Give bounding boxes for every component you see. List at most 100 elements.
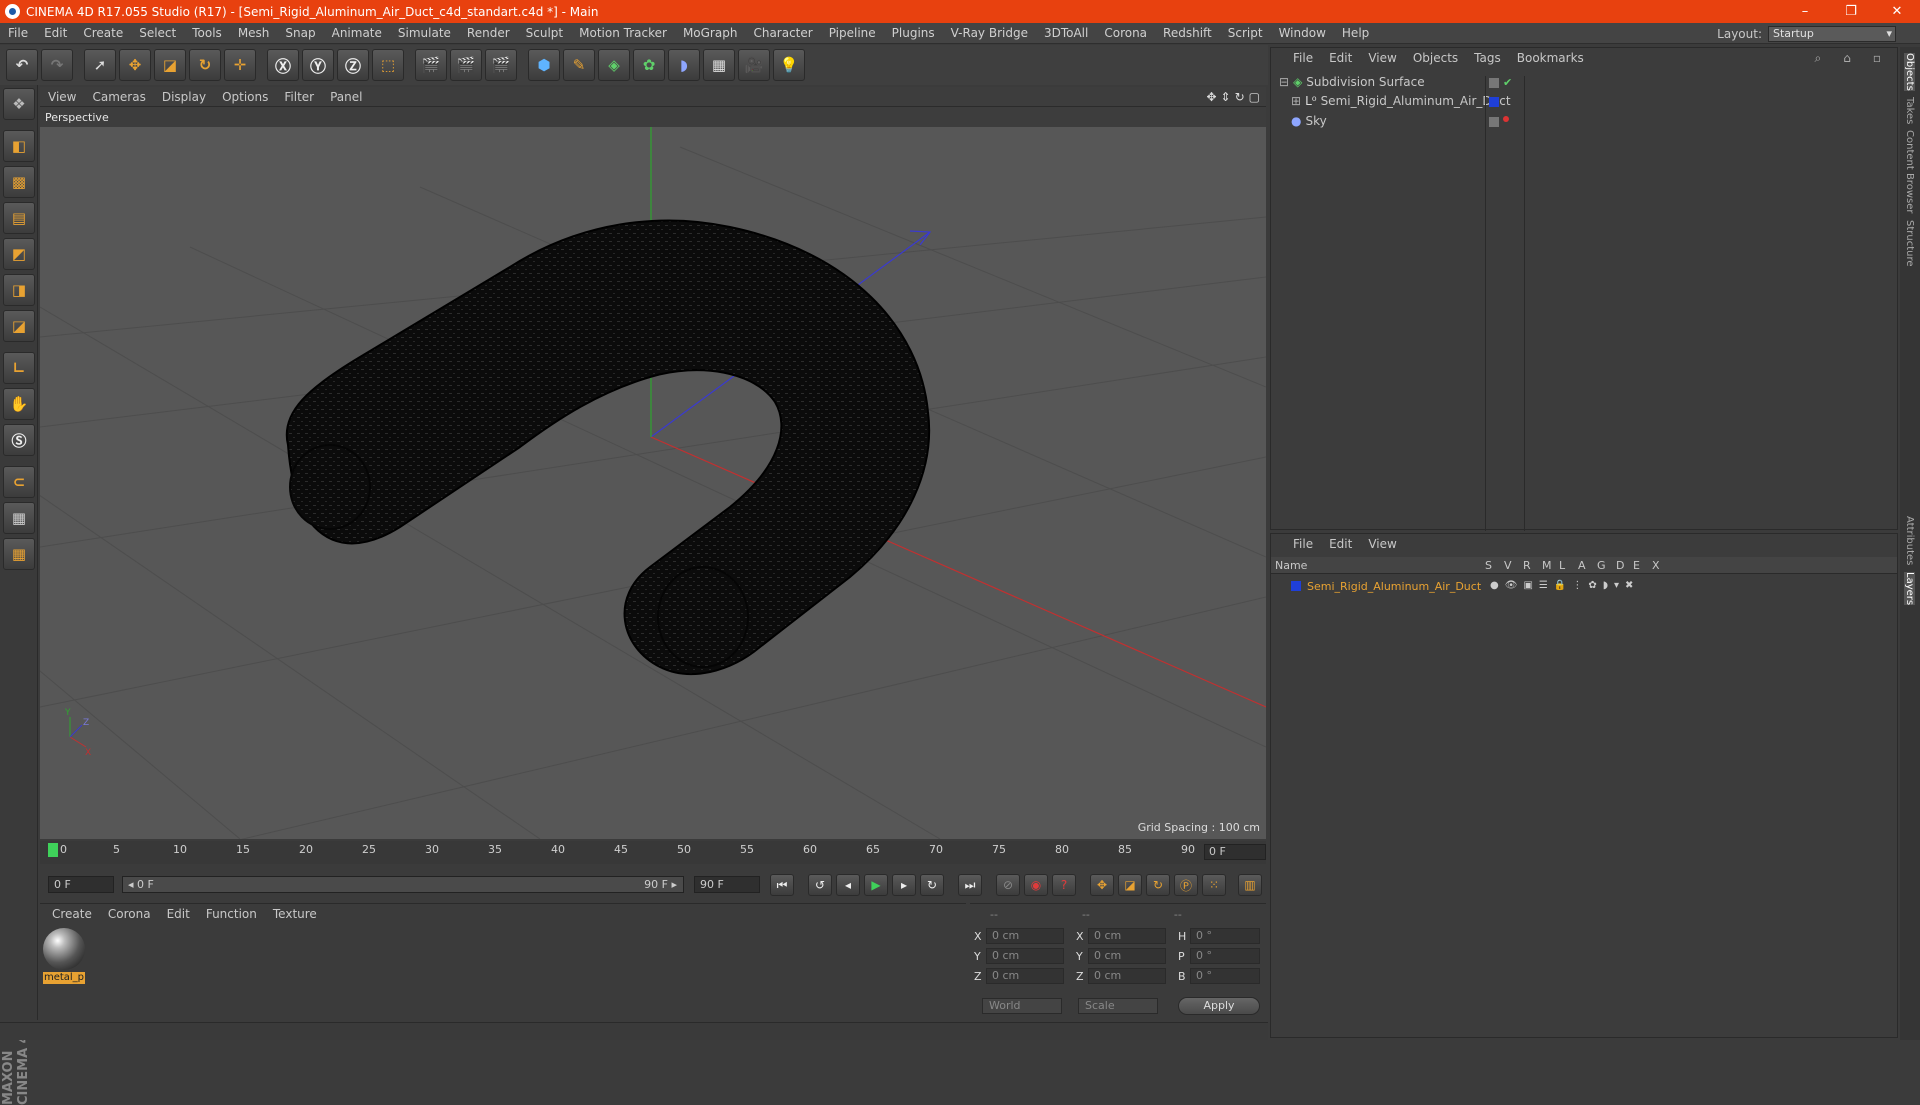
generator-flag-icon[interactable]: ✿ bbox=[1588, 580, 1596, 591]
layer-color-icon[interactable] bbox=[1489, 97, 1499, 107]
size-y-field[interactable]: 0 cm bbox=[1088, 948, 1166, 964]
key-rotation-button[interactable]: ↻ bbox=[1146, 874, 1170, 896]
viewport-menu-display[interactable]: Display bbox=[154, 90, 214, 104]
menu-script[interactable]: Script bbox=[1220, 23, 1271, 44]
manager-flag-icon[interactable]: ☰ bbox=[1539, 580, 1548, 591]
object-row-sky[interactable]: ● Sky bbox=[1291, 112, 1327, 130]
render-view-button[interactable]: 🎬 bbox=[415, 49, 447, 81]
viewport-menu-cameras[interactable]: Cameras bbox=[84, 90, 153, 104]
restore-button[interactable]: ❐ bbox=[1828, 0, 1874, 23]
timeline-window-button[interactable]: ▥ bbox=[1238, 874, 1262, 896]
subdivision-surface-button[interactable]: ◈ bbox=[598, 49, 630, 81]
expand-icon[interactable]: ⊞ bbox=[1291, 94, 1301, 108]
object-row-subdivision[interactable]: ⊟ ◈ Subdivision Surface bbox=[1279, 73, 1425, 91]
layer-col-x[interactable]: X bbox=[1652, 559, 1671, 572]
transform-tool-button[interactable]: ✛ bbox=[224, 49, 256, 81]
scale-tool-button[interactable]: ◪ bbox=[154, 49, 186, 81]
key-point-level-button[interactable]: ⁙ bbox=[1202, 874, 1226, 896]
previous-key-button[interactable]: ↺ bbox=[808, 874, 832, 896]
menu-plugins[interactable]: Plugins bbox=[884, 23, 943, 44]
layer-col-r[interactable]: R bbox=[1523, 559, 1542, 572]
new-window-icon[interactable]: ▫ bbox=[1865, 51, 1889, 66]
position-z-field[interactable]: 0 cm bbox=[986, 968, 1064, 984]
frame-range-slider[interactable]: ◂ 0 F 90 F ▸ bbox=[122, 876, 684, 893]
material-menu-edit[interactable]: Edit bbox=[159, 907, 198, 921]
tab-structure[interactable]: Structure bbox=[1904, 220, 1915, 267]
visibility-toggle-icon[interactable] bbox=[1489, 78, 1499, 88]
layer-col-e[interactable]: E bbox=[1633, 559, 1652, 572]
zoom-view-icon[interactable]: ⇕ bbox=[1221, 90, 1231, 104]
render-settings-button[interactable]: 🎬 bbox=[485, 49, 517, 81]
layers-menu-edit[interactable]: Edit bbox=[1321, 537, 1360, 551]
menu-mesh[interactable]: Mesh bbox=[230, 23, 278, 44]
rotation-h-field[interactable]: 0 ° bbox=[1190, 928, 1260, 944]
menu-edit[interactable]: Edit bbox=[36, 23, 75, 44]
menu-mograph[interactable]: MoGraph bbox=[675, 23, 746, 44]
tweak-mode-button[interactable]: ✋ bbox=[3, 388, 35, 420]
key-position-button[interactable]: ✥ bbox=[1090, 874, 1114, 896]
go-to-end-button[interactable]: ⏭ bbox=[958, 874, 982, 896]
menu-character[interactable]: Character bbox=[745, 23, 820, 44]
viewport-menu-view[interactable]: View bbox=[40, 90, 84, 104]
layer-color-swatch[interactable] bbox=[1291, 581, 1301, 591]
maximize-view-icon[interactable]: ▢ bbox=[1249, 90, 1260, 104]
menu-render[interactable]: Render bbox=[459, 23, 518, 44]
menu-vray-bridge[interactable]: V-Ray Bridge bbox=[943, 23, 1036, 44]
layer-col-name[interactable]: Name bbox=[1271, 559, 1485, 572]
next-key-button[interactable]: ↻ bbox=[920, 874, 944, 896]
animation-flag-icon[interactable]: ⋮ bbox=[1572, 580, 1582, 591]
edges-mode-button[interactable]: ◨ bbox=[3, 274, 35, 306]
menu-select[interactable]: Select bbox=[131, 23, 184, 44]
snap-settings-button[interactable]: Ⓢ bbox=[3, 424, 35, 456]
menu-file[interactable]: File bbox=[0, 23, 36, 44]
layers-menu-view[interactable]: View bbox=[1360, 537, 1404, 551]
texture-mode-button[interactable]: ▩ bbox=[3, 166, 35, 198]
visibility-toggle-icon[interactable] bbox=[1489, 117, 1499, 127]
play-button[interactable]: ▶ bbox=[864, 874, 888, 896]
material-menu-create[interactable]: Create bbox=[44, 907, 100, 921]
start-frame-field[interactable]: 0 F bbox=[48, 876, 114, 893]
keyframe-selection-button[interactable]: ⊘ bbox=[996, 874, 1020, 896]
viewport-menu-filter[interactable]: Filter bbox=[276, 90, 322, 104]
layout-dropdown[interactable]: Startup bbox=[1768, 25, 1896, 42]
expression-flag-icon[interactable]: ▾ bbox=[1614, 580, 1619, 591]
objects-menu-tags[interactable]: Tags bbox=[1466, 51, 1509, 65]
menu-simulate[interactable]: Simulate bbox=[390, 23, 459, 44]
layer-row[interactable]: Semi_Rigid_Aluminum_Air_Duct bbox=[1291, 577, 1481, 595]
apply-button[interactable]: Apply bbox=[1178, 997, 1260, 1015]
undo-button[interactable]: ↶ bbox=[6, 49, 38, 81]
size-x-field[interactable]: 0 cm bbox=[1088, 928, 1166, 944]
solo-flag-icon[interactable]: ● bbox=[1490, 580, 1499, 591]
tab-takes[interactable]: Takes bbox=[1904, 97, 1915, 124]
menu-snap[interactable]: Snap bbox=[277, 23, 323, 44]
lock-workplane-button[interactable]: ▦ bbox=[3, 502, 35, 534]
next-frame-button[interactable]: ▸ bbox=[892, 874, 916, 896]
camera-button[interactable]: 🎥 bbox=[738, 49, 770, 81]
cube-primitive-button[interactable]: ⬢ bbox=[528, 49, 560, 81]
viewport-menu-options[interactable]: Options bbox=[214, 90, 276, 104]
render-dot-icon[interactable] bbox=[1503, 116, 1509, 122]
rotate-view-icon[interactable]: ↻ bbox=[1235, 90, 1245, 104]
xref-flag-icon[interactable]: ✖ bbox=[1625, 580, 1633, 591]
playhead-marker[interactable] bbox=[48, 843, 58, 857]
viewport-menu-panel[interactable]: Panel bbox=[322, 90, 370, 104]
pen-spline-button[interactable]: ✎ bbox=[563, 49, 595, 81]
material-swatch[interactable]: metal_p bbox=[43, 928, 85, 984]
collapse-icon[interactable]: ⊟ bbox=[1279, 75, 1289, 89]
cloner-button[interactable]: ✿ bbox=[633, 49, 665, 81]
enabled-check-icon[interactable]: ✔ bbox=[1503, 76, 1512, 89]
3d-viewport[interactable]: Y Z X Grid Spacing : 100 cm bbox=[40, 127, 1266, 839]
minimize-button[interactable]: – bbox=[1782, 0, 1828, 23]
light-button[interactable]: 💡 bbox=[773, 49, 805, 81]
live-selection-button[interactable]: ➚ bbox=[84, 49, 116, 81]
current-frame-field[interactable]: 0 F bbox=[1204, 844, 1266, 860]
end-frame-field[interactable]: 90 F bbox=[694, 876, 760, 893]
key-scale-button[interactable]: ◪ bbox=[1118, 874, 1142, 896]
menu-tools[interactable]: Tools bbox=[184, 23, 230, 44]
autokey-button[interactable]: ? bbox=[1052, 874, 1076, 896]
coordinate-system-button[interactable]: ⬚ bbox=[372, 49, 404, 81]
layers-menu-file[interactable]: File bbox=[1285, 537, 1321, 551]
points-mode-button[interactable]: ◩ bbox=[3, 238, 35, 270]
menu-window[interactable]: Window bbox=[1271, 23, 1334, 44]
layer-col-a[interactable]: A bbox=[1578, 559, 1597, 572]
